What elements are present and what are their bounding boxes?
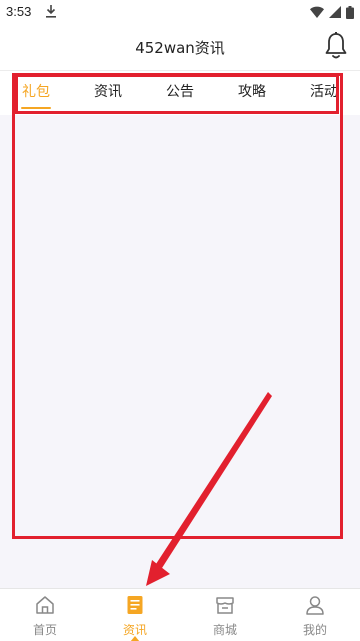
store-icon — [216, 597, 234, 614]
tab-announcement[interactable]: 公告 — [166, 81, 194, 101]
tab-news[interactable]: 资讯 — [94, 81, 122, 101]
status-bar: 3:53 — [0, 0, 360, 24]
profile-icon — [306, 596, 324, 615]
news-icon — [127, 596, 143, 614]
bottom-nav: 首页 资讯 商城 我的 — [0, 588, 360, 641]
tab-event[interactable]: 活动 — [310, 81, 338, 101]
home-icon — [36, 596, 54, 614]
status-time: 3:53 — [6, 4, 32, 19]
active-nav-indicator — [130, 636, 140, 641]
nav-store[interactable]: 商城 — [180, 589, 270, 641]
tab-guide[interactable]: 攻略 — [238, 81, 266, 101]
wifi-icon — [310, 6, 324, 18]
signal-icon — [329, 6, 341, 18]
nav-home-label: 首页 — [32, 623, 57, 637]
nav-home[interactable]: 首页 — [0, 589, 90, 641]
app-header: 452wan资讯 — [0, 24, 360, 71]
nav-store-label: 商城 — [212, 623, 237, 637]
active-tab-indicator — [21, 107, 51, 109]
tab-gift[interactable]: 礼包 — [22, 81, 50, 101]
status-icons — [310, 5, 354, 19]
content-area[interactable] — [0, 115, 360, 588]
app-screen: 3:53 452wan资讯 礼包 资讯 公告 攻略 活动 首页 资讯 商城 我的 — [0, 0, 360, 641]
bell-icon[interactable] — [324, 32, 348, 60]
category-tabs: 礼包 资讯 公告 攻略 活动 — [0, 71, 360, 115]
nav-profile[interactable]: 我的 — [270, 589, 360, 641]
nav-news[interactable]: 资讯 — [90, 589, 180, 641]
download-icon — [46, 5, 56, 18]
battery-icon — [346, 5, 354, 19]
nav-profile-label: 我的 — [302, 623, 327, 637]
page-title: 452wan资讯 — [135, 39, 225, 57]
